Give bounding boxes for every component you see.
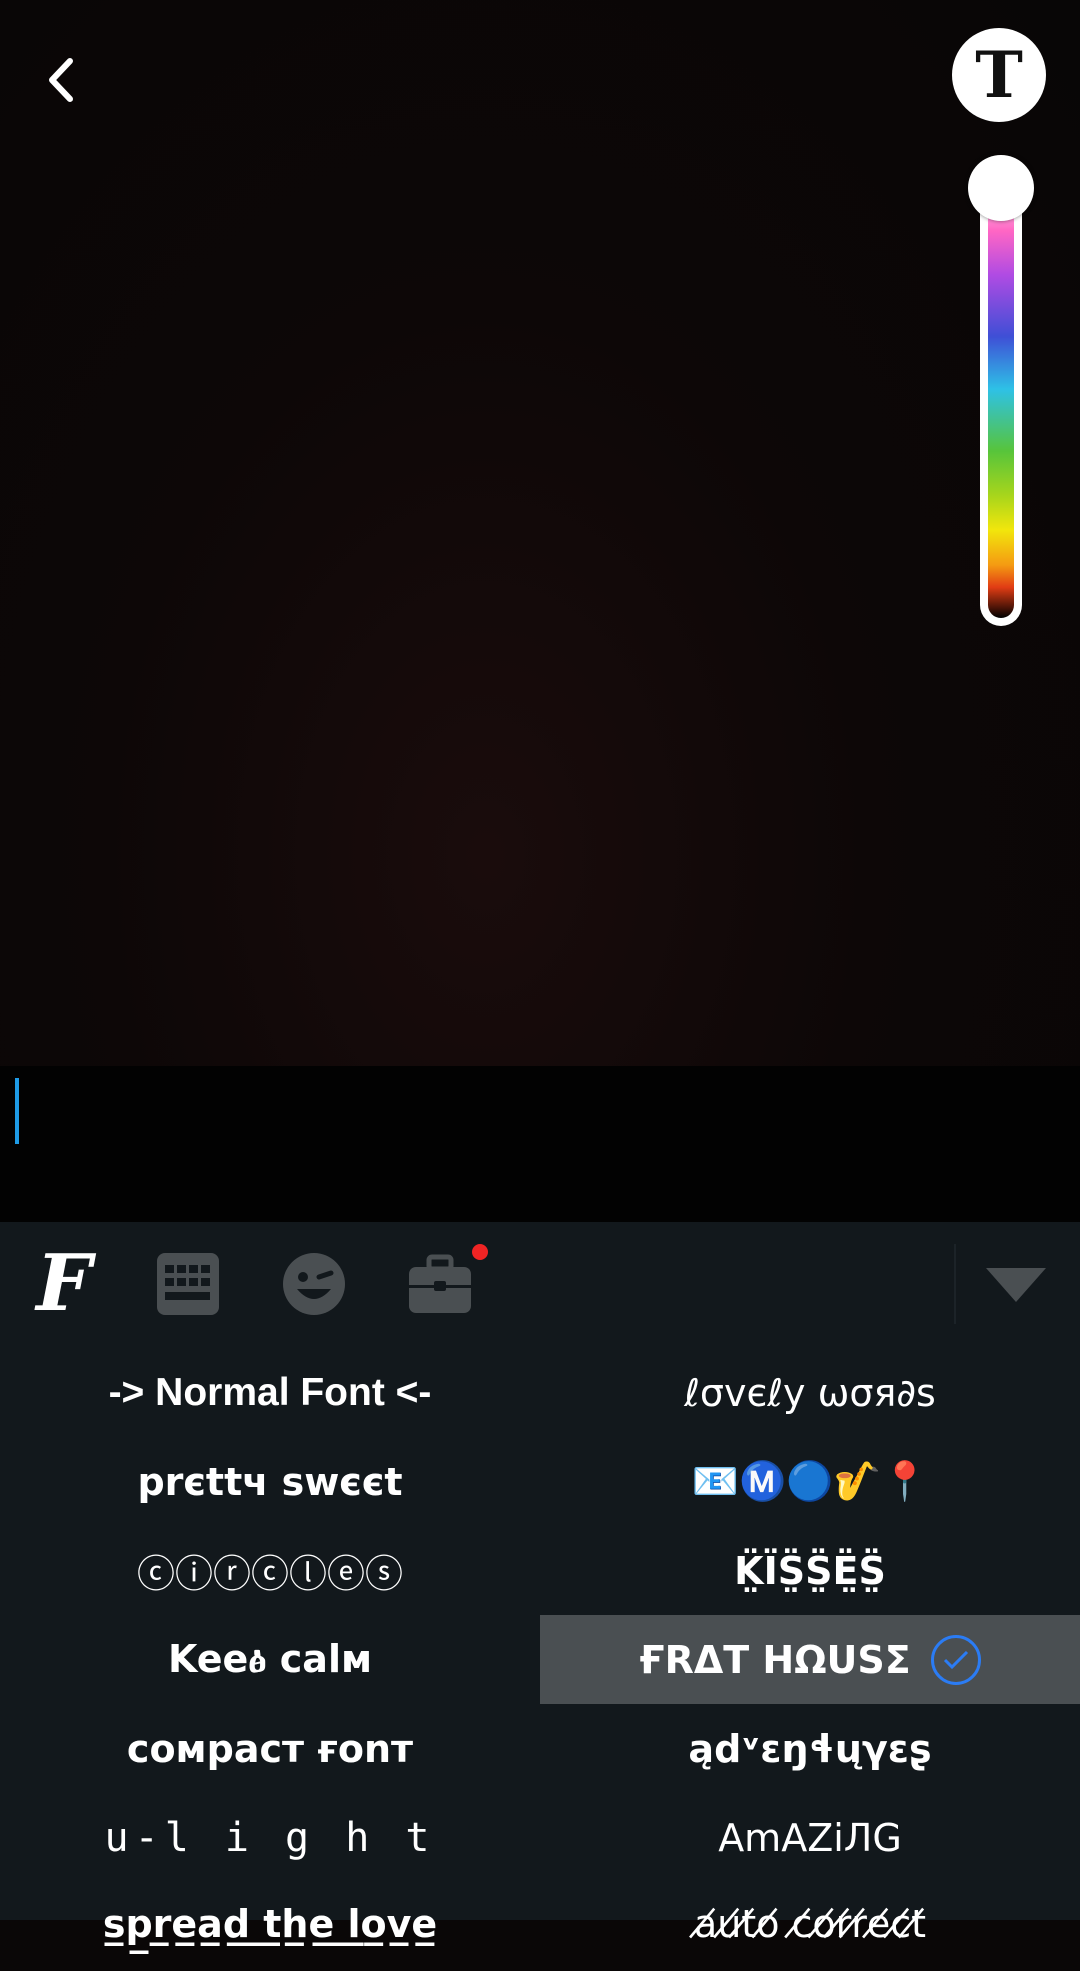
font-option-label: K̤̈ÏS̤̈S̤̈Ë̤S̤̈ xyxy=(734,1548,886,1593)
fonts-logo-icon: F xyxy=(36,1238,92,1329)
fonts-tab-button[interactable]: F xyxy=(24,1244,104,1324)
keyboard-toolbar: F xyxy=(0,1222,1080,1348)
font-option-frat-house[interactable]: ҒRΔT HΩUSΣ xyxy=(540,1615,1080,1704)
chevron-left-icon xyxy=(49,58,73,102)
text-style-button[interactable]: T xyxy=(952,28,1046,122)
font-option-label: 📧Ⓜ️🔵🎷📍 xyxy=(691,1459,929,1503)
font-option-adventures[interactable]: ądᵛɛŋɬųγɛʂ xyxy=(540,1704,1080,1793)
font-option-spread-the-love[interactable]: s̲p̲r̲e̲a̲d̲ ̲t̲h̲e̲ ̲l̲o̲v̲e̲ xyxy=(0,1882,540,1971)
keyboard-icon xyxy=(157,1253,219,1315)
font-option-label: ądᵛɛŋɬųγɛʂ xyxy=(688,1726,932,1771)
font-option-pretty-sweet[interactable]: prєttч swєєt xyxy=(0,1437,540,1526)
font-option-emoji[interactable]: 📧Ⓜ️🔵🎷📍 xyxy=(540,1437,1080,1526)
font-option-compact[interactable]: coмpacт ғonт xyxy=(0,1704,540,1793)
font-option-u-light[interactable]: u-l i g h t xyxy=(0,1793,540,1882)
font-option-label: coмpacт ғonт xyxy=(126,1726,414,1771)
font-option-label: Keeፅ calм xyxy=(167,1637,373,1681)
back-button[interactable] xyxy=(34,48,88,112)
text-cursor xyxy=(15,1078,19,1144)
notification-badge xyxy=(472,1244,488,1260)
font-option-label: s̲p̲r̲e̲a̲d̲ ̲t̲h̲e̲ ̲l̲o̲v̲e̲ xyxy=(102,1902,438,1946)
font-option-label: AmAZiЛG xyxy=(718,1815,902,1860)
color-slider-knob[interactable] xyxy=(968,155,1034,221)
text-style-label: T xyxy=(975,38,1023,113)
text-input-area[interactable] xyxy=(0,1066,1080,1222)
font-list: -> Normal Font <- ℓσvєℓy ωσя∂s prєttч sw… xyxy=(0,1348,1080,1971)
font-option-kisses[interactable]: K̤̈ÏS̤̈S̤̈Ë̤S̤̈ xyxy=(540,1526,1080,1615)
font-option-keep-calm[interactable]: Keeፅ calм xyxy=(0,1615,540,1704)
keyboard-tab-button[interactable] xyxy=(148,1244,228,1324)
color-slider[interactable] xyxy=(980,160,1022,626)
font-option-auto-correct[interactable]: a̸u̸t̸o̸ c̸o̸r̸r̸e̸c̸t̸ xyxy=(540,1882,1080,1971)
font-option-label: ҒRΔT HΩUSΣ xyxy=(639,1637,911,1682)
font-option-label: ℓσvєℓy ωσя∂s xyxy=(684,1370,936,1415)
font-option-label: a̸u̸t̸o̸ c̸o̸r̸r̸e̸c̸t̸ xyxy=(693,1902,927,1946)
font-option-label: -> Normal Font <- xyxy=(108,1370,432,1414)
emoji-tab-button[interactable] xyxy=(274,1244,354,1324)
font-option-amazing[interactable]: AmAZiЛG xyxy=(540,1793,1080,1882)
triangle-down-icon xyxy=(986,1268,1046,1302)
camera-preview xyxy=(0,0,1080,1222)
toolbox-tab-button[interactable] xyxy=(400,1244,480,1324)
keyboard-panel: F -> Normal Font <- ℓσvєℓy ωσя∂s prєttч … xyxy=(0,1222,1080,1946)
font-option-label: prєttч swєєt xyxy=(137,1459,403,1504)
font-option-label: ⓒⓘⓡⓒⓛⓔⓢ xyxy=(136,1552,403,1596)
collapse-keyboard-button[interactable] xyxy=(976,1244,1056,1324)
emoji-wink-icon xyxy=(283,1253,345,1315)
font-option-normal[interactable]: -> Normal Font <- xyxy=(0,1348,540,1437)
selected-check-icon xyxy=(930,1634,981,1685)
color-slider-track xyxy=(988,178,1014,618)
briefcase-icon xyxy=(409,1254,471,1313)
font-option-label: u-l i g h t xyxy=(104,1814,436,1861)
font-option-circles[interactable]: ⓒⓘⓡⓒⓛⓔⓢ xyxy=(0,1526,540,1615)
toolbar-divider xyxy=(954,1244,956,1324)
font-option-lovely-words[interactable]: ℓσvєℓy ωσя∂s xyxy=(540,1348,1080,1437)
